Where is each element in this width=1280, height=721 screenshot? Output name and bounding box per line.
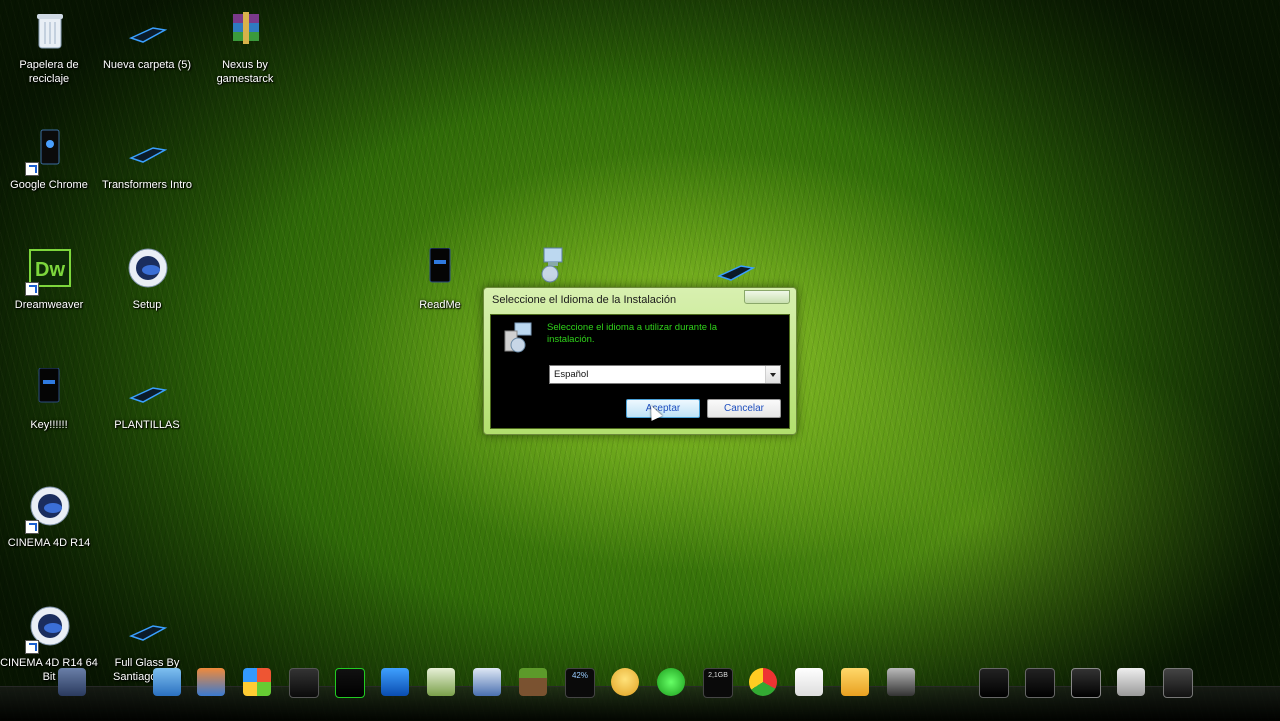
desktop-icon-label: Papelera de reciclaje [19, 59, 79, 85]
desktop-icon-label: Transformers Intro [101, 179, 193, 191]
shortcut-arrow-icon [25, 520, 39, 534]
svg-text:Dw: Dw [35, 259, 65, 281]
desktop-icon-label: Full Glass By Santiago5570 [113, 657, 181, 683]
cinema4d-icon [25, 486, 73, 534]
language-select[interactable]: Español [549, 365, 781, 384]
desktop-icon-label: ReadMe [419, 299, 461, 311]
folder-icon [123, 368, 171, 416]
chrome-window-icon[interactable] [1071, 668, 1101, 698]
text-file-icon [416, 247, 464, 296]
desktop-icon-label: Dreamweaver [14, 299, 84, 311]
network-icon[interactable] [473, 668, 501, 696]
cinema4d-icon [123, 248, 171, 296]
battery-icon[interactable] [335, 668, 365, 698]
monitor-icon[interactable] [1025, 668, 1055, 698]
shortcut-arrow-icon [25, 640, 39, 654]
cancel-button[interactable]: Cancelar [707, 399, 781, 418]
language-selection-dialog: Seleccione el Idioma de la Instalación S… [483, 287, 797, 435]
desktop-icon-label: PLANTILLAS [114, 419, 180, 431]
folder-icon [123, 128, 171, 176]
chrome-shortcut-icon [25, 128, 73, 176]
desktop-icon-label: CINEMA 4D R14 [7, 537, 91, 549]
nexus-logo-icon[interactable] [58, 668, 86, 696]
folder-icon [123, 606, 171, 654]
shortcut-arrow-icon [25, 282, 39, 296]
desktop-icon-setup[interactable]: Setup [98, 248, 196, 312]
camera-icon[interactable] [887, 668, 915, 696]
dreamweaver-icon: Dw [25, 248, 73, 296]
key-file-icon [25, 367, 73, 416]
memory-readout: 2,1GB [708, 672, 728, 679]
desktop-icon-label: Google Chrome [10, 179, 88, 191]
desktop-icon-readme[interactable]: ReadMe [391, 247, 489, 312]
desktop-icon-label: Nueva carpeta (5) [102, 59, 192, 71]
desktop-icon-label: Setup [132, 299, 162, 311]
lightbulb-icon[interactable] [611, 668, 639, 696]
desktop-icon-cinema4d-r14[interactable]: CINEMA 4D R14 [0, 486, 98, 550]
folder-icon [123, 8, 171, 56]
desktop-icon-key[interactable]: Key!!!!!! [0, 367, 98, 432]
language-select-value: Español [554, 369, 589, 380]
desktop-icon-nueva-carpeta[interactable]: Nueva carpeta (5) [98, 8, 196, 72]
desktop-icon-google-chrome[interactable]: Google Chrome [0, 128, 98, 192]
memory-meter-icon[interactable]: 2,1GB [703, 668, 733, 698]
dialog-close-button[interactable] [744, 290, 790, 304]
grid-apps-icon[interactable] [795, 668, 823, 696]
winrar-archive-icon [221, 8, 269, 56]
chevron-down-icon[interactable] [765, 366, 780, 383]
speedometer-icon[interactable] [289, 668, 319, 698]
dialog-prompt: Seleccione el idioma a utilizar durante … [547, 322, 718, 345]
photoshop-icon[interactable] [381, 668, 409, 696]
monitor-icon[interactable] [979, 668, 1009, 698]
pen-tool-icon[interactable] [427, 668, 455, 696]
chrome-icon[interactable] [749, 668, 777, 696]
folder-icon[interactable] [841, 668, 869, 696]
cpu-readout: 42% [571, 671, 588, 680]
paint-icon[interactable] [197, 668, 225, 696]
desktop-icon-dreamweaver[interactable]: Dw Dreamweaver [0, 248, 98, 312]
minecraft-icon[interactable] [519, 668, 547, 696]
desktop-icon-label: Nexus by gamestarck [216, 59, 274, 85]
recycle-bin-icon [25, 8, 73, 56]
phone-icon[interactable] [657, 668, 685, 696]
window-icon[interactable] [1163, 668, 1193, 698]
dialog-body: Seleccione el idioma a utilizar durante … [490, 314, 790, 429]
checklist-icon[interactable] [1117, 668, 1145, 696]
desktop-icon-full-glass[interactable]: Full Glass By Santiago5570 [98, 606, 196, 684]
desktop-icon-plantillas[interactable]: PLANTILLAS [98, 368, 196, 432]
desktop-icon-label: Key!!!!!! [30, 419, 68, 431]
installer-icon [501, 321, 535, 355]
cinema4d-icon [25, 606, 73, 654]
desktop-icon-transformers-intro[interactable]: Transformers Intro [98, 128, 196, 192]
dialog-title: Seleccione el Idioma de la Instalación [492, 294, 677, 306]
cpu-meter-icon[interactable]: 42% [565, 668, 595, 698]
accept-button[interactable]: Aceptar [626, 399, 700, 418]
windows-icon[interactable] [243, 668, 271, 696]
desktop-icon-nexus[interactable]: Nexus by gamestarck [196, 8, 294, 86]
desktop-icon-recycle-bin[interactable]: Papelera de reciclaje [0, 8, 98, 86]
shortcut-arrow-icon [25, 162, 39, 176]
text-editor-icon[interactable] [153, 668, 181, 696]
